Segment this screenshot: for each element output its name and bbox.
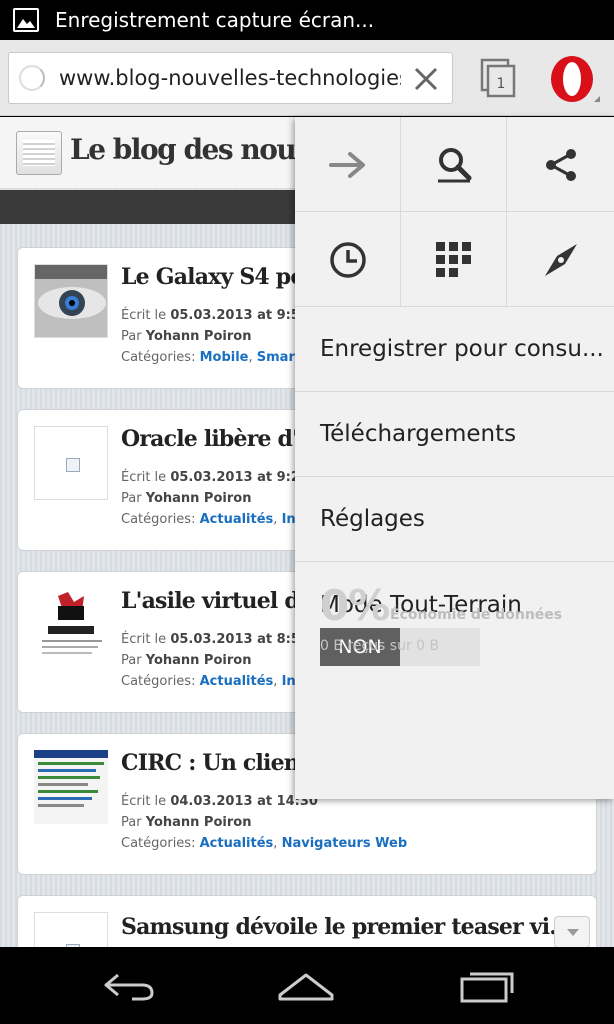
category-link[interactable]: Mobile: [200, 350, 249, 365]
post-thumbnail[interactable]: [34, 912, 108, 947]
menu-item-downloads[interactable]: Téléchargements: [295, 392, 614, 477]
post-thumbnail[interactable]: [34, 264, 108, 338]
forward-icon[interactable]: [295, 117, 401, 212]
tabs-icon[interactable]: 1: [478, 58, 518, 98]
chevron-down-icon[interactable]: [554, 916, 590, 947]
post-thumbnail[interactable]: [34, 750, 108, 824]
savings-percent: 0%: [320, 581, 390, 630]
category-link[interactable]: Actualités: [200, 512, 274, 527]
recent-apps-icon[interactable]: [456, 965, 516, 1005]
notification-text: Enregistrement capture écran...: [55, 8, 375, 32]
tabs-count: 1: [497, 76, 506, 92]
post-card[interactable]: Samsung dévoile le premier teaser vi...: [17, 895, 597, 947]
share-icon[interactable]: [507, 117, 614, 212]
find-in-page-icon[interactable]: [401, 117, 507, 212]
address-bar[interactable]: [8, 52, 453, 104]
post-date: Écrit le 05.03.2013 at 9:20: [121, 470, 309, 485]
category-link[interactable]: Navigateurs Web: [282, 836, 408, 851]
menu-item-save-offline[interactable]: Enregistrer pour consu...: [295, 307, 614, 392]
menu-item-settings[interactable]: Réglages: [295, 477, 614, 562]
post-author: Par Yohann Poiron: [121, 653, 252, 668]
post-thumbnail[interactable]: [34, 588, 108, 662]
menu-icon-row: [295, 212, 614, 307]
post-thumbnail[interactable]: [34, 426, 108, 500]
data-received-text: 0 B reçus sur 0 B: [320, 638, 440, 654]
post-author: Par Yohann Poiron: [121, 815, 252, 830]
post-author: Par Yohann Poiron: [121, 491, 252, 506]
clear-icon[interactable]: [412, 65, 440, 93]
savings-label: Économie de données: [390, 607, 563, 623]
speed-dial-icon[interactable]: [401, 212, 507, 307]
post-categories: Catégories: Actualités, Navigateurs Web: [121, 836, 408, 851]
url-input[interactable]: [59, 66, 401, 90]
category-link[interactable]: Actualités: [200, 674, 274, 689]
browser-toolbar: 1: [0, 40, 614, 116]
post-date: Écrit le 05.03.2013 at 8:50: [121, 632, 309, 647]
opera-menu-icon[interactable]: [546, 52, 602, 106]
post-author: Par Yohann Poiron: [121, 329, 252, 344]
site-logo[interactable]: [16, 131, 62, 175]
status-bar: Enregistrement capture écran...: [0, 0, 614, 40]
post-title[interactable]: L'asile virtuel de: [121, 588, 313, 614]
post-date: Écrit le 05.03.2013 at 9:50: [121, 308, 309, 323]
history-icon[interactable]: [295, 212, 401, 307]
loading-icon: [19, 65, 45, 91]
menu-icon-row: [295, 117, 614, 212]
home-icon[interactable]: [276, 965, 336, 1005]
system-nav-bar: [0, 947, 614, 1024]
browser-menu: Enregistrer pour consu... Téléchargement…: [295, 117, 614, 799]
category-link[interactable]: Actualités: [200, 836, 274, 851]
post-date: Écrit le 04.03.2013 at 14:30: [121, 794, 318, 809]
back-icon[interactable]: [98, 965, 158, 1005]
image-icon: [13, 8, 39, 32]
post-title[interactable]: Samsung dévoile le premier teaser vi...: [121, 914, 571, 940]
discover-icon[interactable]: [507, 212, 614, 307]
